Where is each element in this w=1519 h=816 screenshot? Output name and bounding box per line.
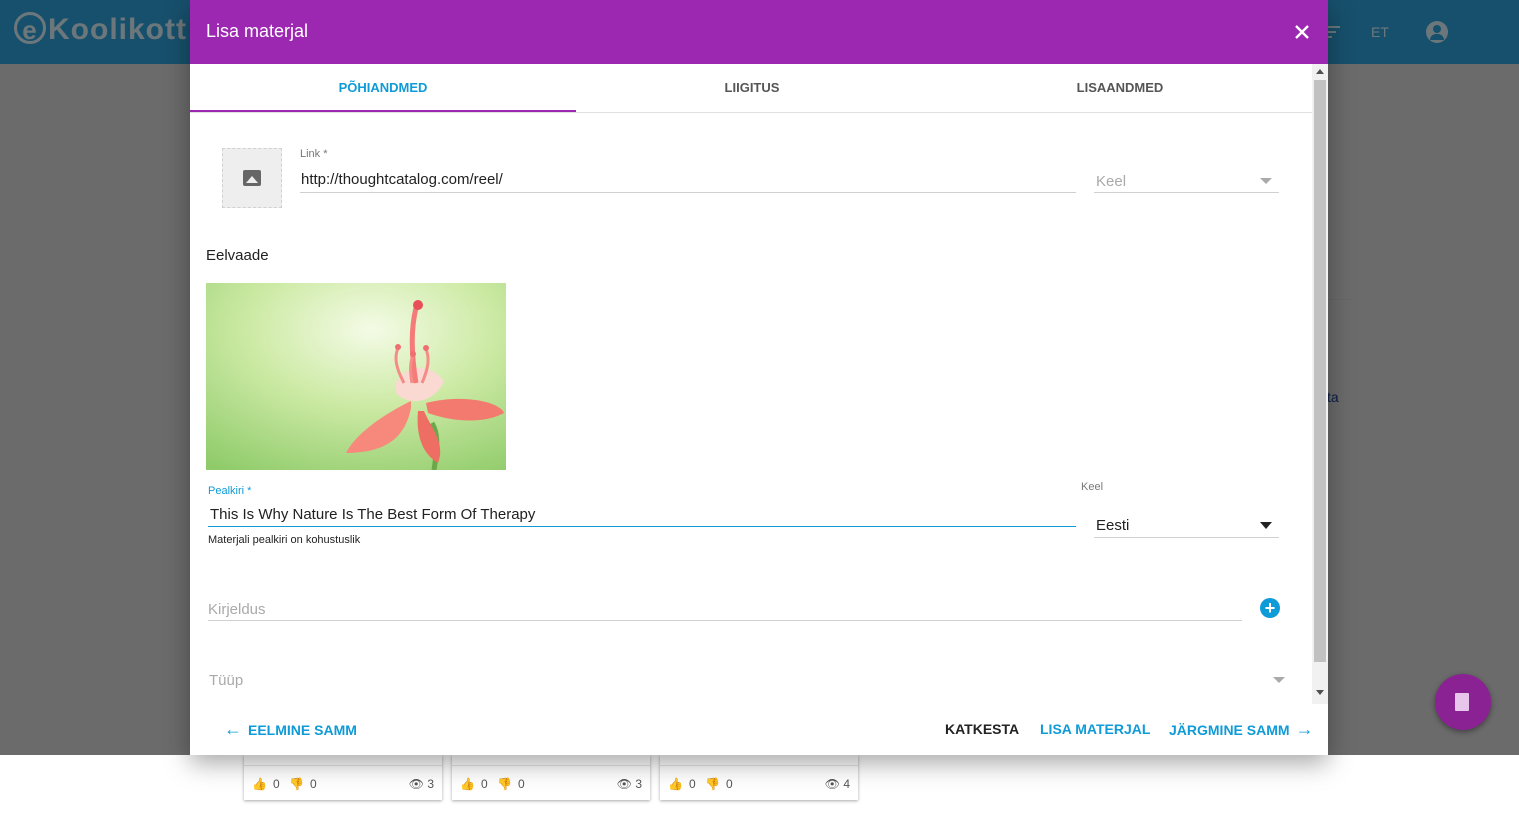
card-stats: 👍 0 👎 0	[460, 777, 531, 791]
material-card[interactable]: 👍 0 👎 0 👁 3	[244, 755, 442, 800]
title-input[interactable]: This Is Why Nature Is The Best Form Of T…	[210, 506, 535, 523]
thumbs-up-icon[interactable]: 👍	[252, 777, 267, 791]
views-count: 3	[635, 777, 642, 791]
title-language-select[interactable]: Eesti	[1096, 517, 1129, 534]
scroll-thumb[interactable]	[1314, 80, 1326, 662]
arrow-left-icon: ←	[224, 719, 242, 739]
add-description-button[interactable]: +	[1260, 598, 1280, 618]
chevron-down-icon[interactable]	[1273, 677, 1285, 683]
card-views: 👁 3	[409, 777, 434, 791]
description-underline	[208, 620, 1242, 621]
views-count: 3	[427, 777, 434, 791]
type-select[interactable]: Tüüp	[209, 672, 243, 689]
arrow-right-icon: →	[1295, 719, 1314, 739]
eye-icon: 👁	[616, 777, 632, 791]
card-views: 👁 3	[617, 777, 642, 791]
card-divider	[660, 765, 858, 766]
likes-count: 0	[272, 777, 280, 791]
link-language-select[interactable]: Keel	[1096, 173, 1126, 190]
title-language-label: Keel	[1081, 481, 1104, 493]
next-step-button[interactable]: JÄRGMINE SAMM →	[1169, 719, 1314, 739]
chevron-down-icon[interactable]	[1260, 178, 1272, 184]
dislikes-count: 0	[309, 777, 317, 791]
dialog-scrollbar[interactable]	[1312, 64, 1328, 704]
likes-count: 0	[480, 777, 488, 791]
title-helper-text: Materjali pealkiri on kohustuslik	[208, 534, 361, 546]
dialog-title: Lisa materjal	[206, 21, 309, 41]
tab-liigitus[interactable]: LIIGITUS	[566, 64, 938, 112]
eye-icon: 👁	[408, 777, 424, 791]
eye-icon: 👁	[824, 777, 840, 791]
tab-pohiandmed[interactable]: PÕHIANDMED	[190, 64, 576, 112]
description-input[interactable]: Kirjeldus	[208, 601, 266, 618]
add-material-button[interactable]: LISA MATERJAL	[1040, 719, 1150, 739]
thumbs-down-icon[interactable]: 👎	[289, 777, 304, 791]
card-divider	[452, 765, 650, 766]
chevron-down-icon[interactable]	[1260, 522, 1272, 529]
preview-image	[206, 283, 506, 470]
next-step-label: JÄRGMINE SAMM	[1169, 722, 1290, 738]
dialog-tabs: PÕHIANDMED LIIGITUS LISAANDMED	[190, 64, 1312, 113]
scroll-up-arrow[interactable]	[1316, 69, 1324, 74]
card-views: 👁 4	[825, 777, 850, 791]
image-icon	[243, 170, 261, 186]
previous-step-button[interactable]: ← EELMINE SAMM	[224, 719, 357, 739]
preview-heading: Eelvaade	[206, 247, 269, 264]
book-icon	[1455, 693, 1469, 711]
likes-count: 0	[688, 777, 696, 791]
title-underline	[208, 526, 1076, 527]
thumbnail-upload[interactable]	[222, 148, 282, 208]
card-stats: 👍 0 👎 0	[252, 777, 323, 791]
tab-lisaandmed[interactable]: LISAANDMED	[938, 64, 1302, 112]
scroll-down-arrow[interactable]	[1316, 690, 1324, 695]
thumbs-up-icon[interactable]: 👍	[668, 777, 683, 791]
dislikes-count: 0	[725, 777, 733, 791]
close-icon[interactable]	[1290, 20, 1314, 44]
title-label: Pealkiri *	[208, 485, 252, 497]
link-language-underline	[1094, 192, 1279, 193]
previous-step-label: EELMINE SAMM	[248, 722, 357, 738]
dialog-header: Lisa materjal	[190, 0, 1328, 64]
material-card[interactable]: 👍 0 👎 0 👁 3	[452, 755, 650, 800]
material-card[interactable]: 👍 0 👎 0 👁 4	[660, 755, 858, 800]
thumbs-down-icon[interactable]: 👎	[497, 777, 512, 791]
link-underline	[300, 192, 1076, 193]
active-tab-indicator	[190, 110, 576, 112]
thumbs-up-icon[interactable]: 👍	[460, 777, 475, 791]
title-language-underline	[1094, 537, 1279, 538]
add-material-dialog: Lisa materjal PÕHIANDMED LIIGITUS LISAAN…	[190, 0, 1328, 755]
add-material-fab[interactable]	[1435, 674, 1491, 730]
views-count: 4	[843, 777, 850, 791]
link-label: Link *	[300, 148, 328, 160]
dislikes-count: 0	[517, 777, 525, 791]
card-divider	[244, 765, 442, 766]
card-stats: 👍 0 👎 0	[668, 777, 739, 791]
link-input[interactable]: http://thoughtcatalog.com/reel/	[301, 171, 503, 188]
thumbs-down-icon[interactable]: 👎	[705, 777, 720, 791]
cancel-button[interactable]: KATKESTA	[945, 719, 1019, 739]
